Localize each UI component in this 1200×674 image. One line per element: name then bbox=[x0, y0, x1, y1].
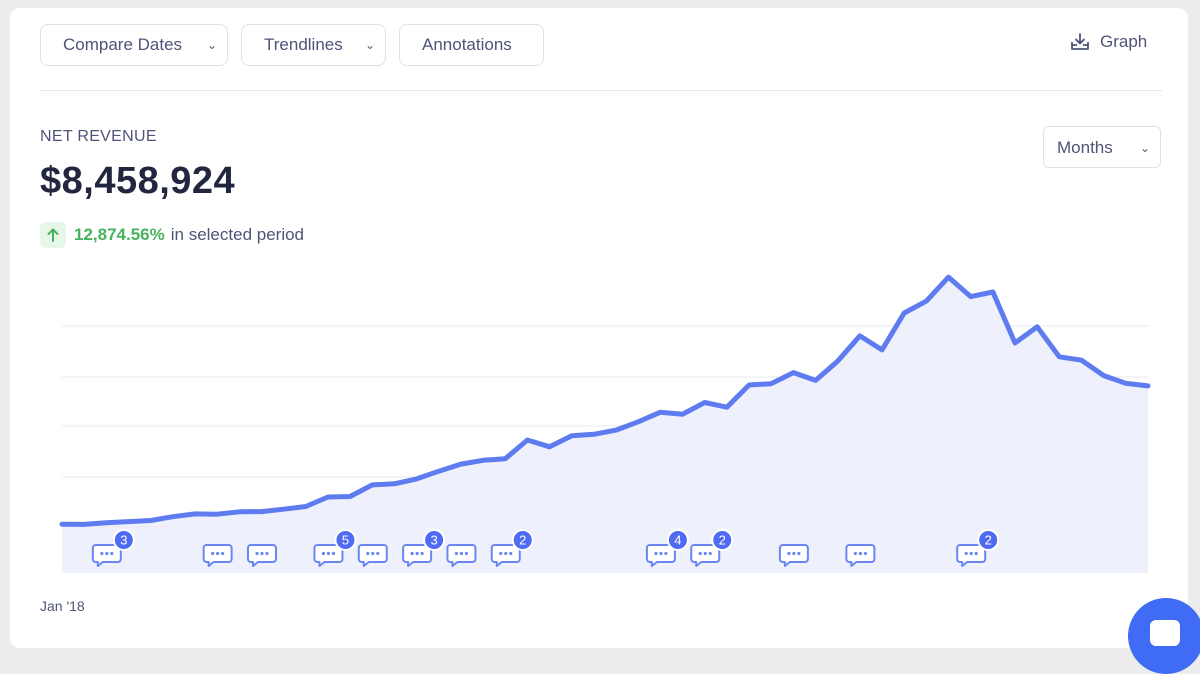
annotation-count: 3 bbox=[120, 533, 127, 548]
comment-dot bbox=[255, 551, 259, 556]
comment-dot bbox=[459, 551, 464, 556]
comment-dot bbox=[371, 551, 375, 556]
comment-dot bbox=[331, 551, 336, 556]
comment-dot bbox=[105, 551, 109, 556]
comment-dot bbox=[708, 551, 712, 556]
annotation-count: 5 bbox=[342, 533, 349, 548]
comment-dot bbox=[509, 551, 513, 556]
annotation-marker[interactable] bbox=[246, 544, 277, 567]
comment-dot bbox=[969, 551, 973, 556]
comment-dot bbox=[410, 551, 414, 556]
comment-dot bbox=[326, 551, 331, 556]
revenue-chart: 3 5 3 2 4 2 2 bbox=[59, 274, 1151, 573]
annotation-count: 2 bbox=[985, 533, 992, 548]
comment-dot bbox=[454, 551, 459, 556]
comment-dot bbox=[964, 551, 968, 556]
comment-dot bbox=[415, 551, 419, 556]
comment-dot bbox=[221, 551, 225, 556]
annotation-marker[interactable] bbox=[845, 544, 876, 567]
comment-dot bbox=[211, 551, 215, 556]
annotation-marker[interactable] bbox=[778, 544, 809, 567]
comment-icon bbox=[845, 544, 876, 567]
annotation-marker[interactable] bbox=[446, 544, 477, 567]
comment-icon bbox=[778, 544, 809, 567]
comment-dot bbox=[974, 551, 978, 556]
comment-dot bbox=[110, 551, 114, 556]
comment-dot bbox=[858, 551, 862, 556]
comment-dot bbox=[853, 551, 857, 556]
comment-dot bbox=[703, 551, 707, 556]
comment-dot bbox=[100, 551, 104, 556]
chat-icon bbox=[1150, 620, 1180, 646]
comment-dot bbox=[499, 551, 503, 556]
comment-icon bbox=[446, 544, 477, 567]
comment-icon bbox=[202, 544, 233, 567]
comment-dot bbox=[260, 551, 264, 556]
comment-dot bbox=[504, 551, 508, 556]
annotation-marker[interactable] bbox=[357, 544, 388, 567]
comment-dot bbox=[366, 551, 370, 556]
comment-dot bbox=[792, 551, 796, 556]
comment-dot bbox=[659, 551, 663, 556]
annotation-count: 2 bbox=[519, 533, 526, 548]
comment-dot bbox=[698, 551, 702, 556]
annotation-count: 3 bbox=[430, 533, 437, 548]
comment-icon bbox=[246, 544, 277, 567]
chat-launcher-button[interactable] bbox=[1128, 598, 1200, 674]
comment-dot bbox=[664, 551, 668, 556]
comment-dot bbox=[321, 551, 326, 556]
annotation-marker[interactable] bbox=[202, 544, 233, 567]
comment-dot bbox=[376, 551, 380, 556]
comment-dot bbox=[863, 551, 867, 556]
comment-dot bbox=[787, 551, 791, 556]
comment-dot bbox=[654, 551, 658, 556]
comment-dot bbox=[216, 551, 220, 556]
comment-dot bbox=[265, 551, 269, 556]
comment-dot bbox=[797, 551, 801, 556]
comment-dot bbox=[464, 551, 469, 556]
comment-icon bbox=[357, 544, 388, 567]
comment-dot bbox=[420, 551, 424, 556]
x-axis-start-label: Jan '18 bbox=[40, 598, 85, 614]
annotation-count: 4 bbox=[674, 533, 681, 548]
revenue-area bbox=[62, 277, 1148, 526]
annotation-count: 2 bbox=[719, 533, 726, 548]
